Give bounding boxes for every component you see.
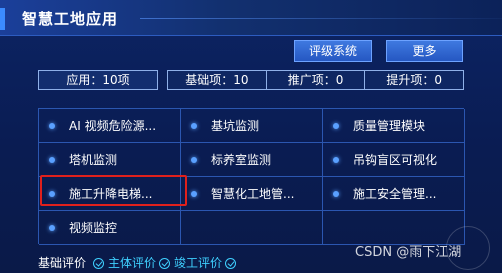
bullet-dot-icon: [191, 190, 197, 197]
app-item-label: 基坑监测: [211, 119, 260, 133]
app-grid: AI 视频危险源... 基坑监测 质量管理模块 塔机监测 标养室监测 吊钩盲区可…: [38, 108, 465, 245]
panel-header: 智慧工地应用: [0, 0, 502, 36]
check-circle-icon: [93, 257, 105, 269]
bullet-dot-icon: [191, 122, 197, 129]
basic-evaluation-label: 基础评价: [38, 256, 87, 270]
promote-count: 推广项：0: [265, 71, 365, 89]
completion-evaluation-link[interactable]: 竣工评价: [174, 254, 222, 272]
app-item-safety[interactable]: 施工安全管理...: [323, 177, 465, 211]
bullet-dot-icon: [49, 190, 55, 197]
app-item-label: 施工升降电梯...: [69, 187, 153, 201]
item-count-group: 基础项：10 推广项：0 提升项：0: [167, 70, 464, 90]
bullet-dot-icon: [333, 122, 339, 129]
title-divider: [140, 18, 502, 19]
app-item-hook-visual[interactable]: 吊钩盲区可视化: [323, 143, 465, 177]
title-accent-bar: [0, 8, 5, 30]
app-item-video-monitor[interactable]: 视频监控: [39, 211, 181, 245]
app-item-smart-site[interactable]: 智慧化工地管...: [181, 177, 323, 211]
app-item-label: 智慧化工地管...: [211, 187, 295, 201]
rating-system-button[interactable]: 评级系统: [294, 40, 372, 62]
bullet-dot-icon: [191, 156, 197, 163]
app-item-foundation-pit[interactable]: 基坑监测: [181, 109, 323, 143]
basic-count: 基础项：10: [185, 73, 249, 87]
app-item-label: 施工安全管理...: [353, 187, 437, 201]
app-item-label: 标养室监测: [211, 153, 272, 167]
app-item-elevator[interactable]: 施工升降电梯...: [39, 177, 181, 211]
app-item-ai-video[interactable]: AI 视频危险源...: [39, 109, 181, 143]
main-evaluation-link[interactable]: 主体评价: [108, 254, 156, 272]
watermark-text: CSDN @雨下江湖: [355, 244, 462, 260]
bullet-dot-icon: [333, 190, 339, 197]
app-panel: 智慧工地应用 评级系统 更多 应用：10项 基础项：10 推广项：0 提升项：0…: [0, 0, 502, 273]
app-item-label: 视频监控: [69, 221, 118, 235]
evaluation-footer: 基础评价 主体评价 竣工评价: [38, 254, 237, 272]
check-circle-icon: [225, 257, 237, 269]
empty-cell: [181, 211, 323, 245]
bullet-dot-icon: [49, 224, 55, 231]
app-item-tower-crane[interactable]: 塔机监测: [39, 143, 181, 177]
app-item-label: 塔机监测: [69, 153, 118, 167]
app-item-label: 质量管理模块: [353, 119, 426, 133]
check-circle-icon: [159, 257, 171, 269]
app-item-quality[interactable]: 质量管理模块: [323, 109, 465, 143]
bullet-dot-icon: [333, 156, 339, 163]
more-button[interactable]: 更多: [386, 40, 463, 62]
app-item-curing-room[interactable]: 标养室监测: [181, 143, 323, 177]
panel-title: 智慧工地应用: [22, 10, 119, 28]
app-item-label: 吊钩盲区可视化: [353, 153, 438, 167]
bullet-dot-icon: [49, 156, 55, 163]
app-count-badge: 应用：10项: [38, 70, 158, 90]
bullet-dot-icon: [49, 122, 55, 129]
app-item-label: AI 视频危险源...: [69, 119, 157, 133]
upgrade-count: 提升项：0: [364, 71, 463, 89]
